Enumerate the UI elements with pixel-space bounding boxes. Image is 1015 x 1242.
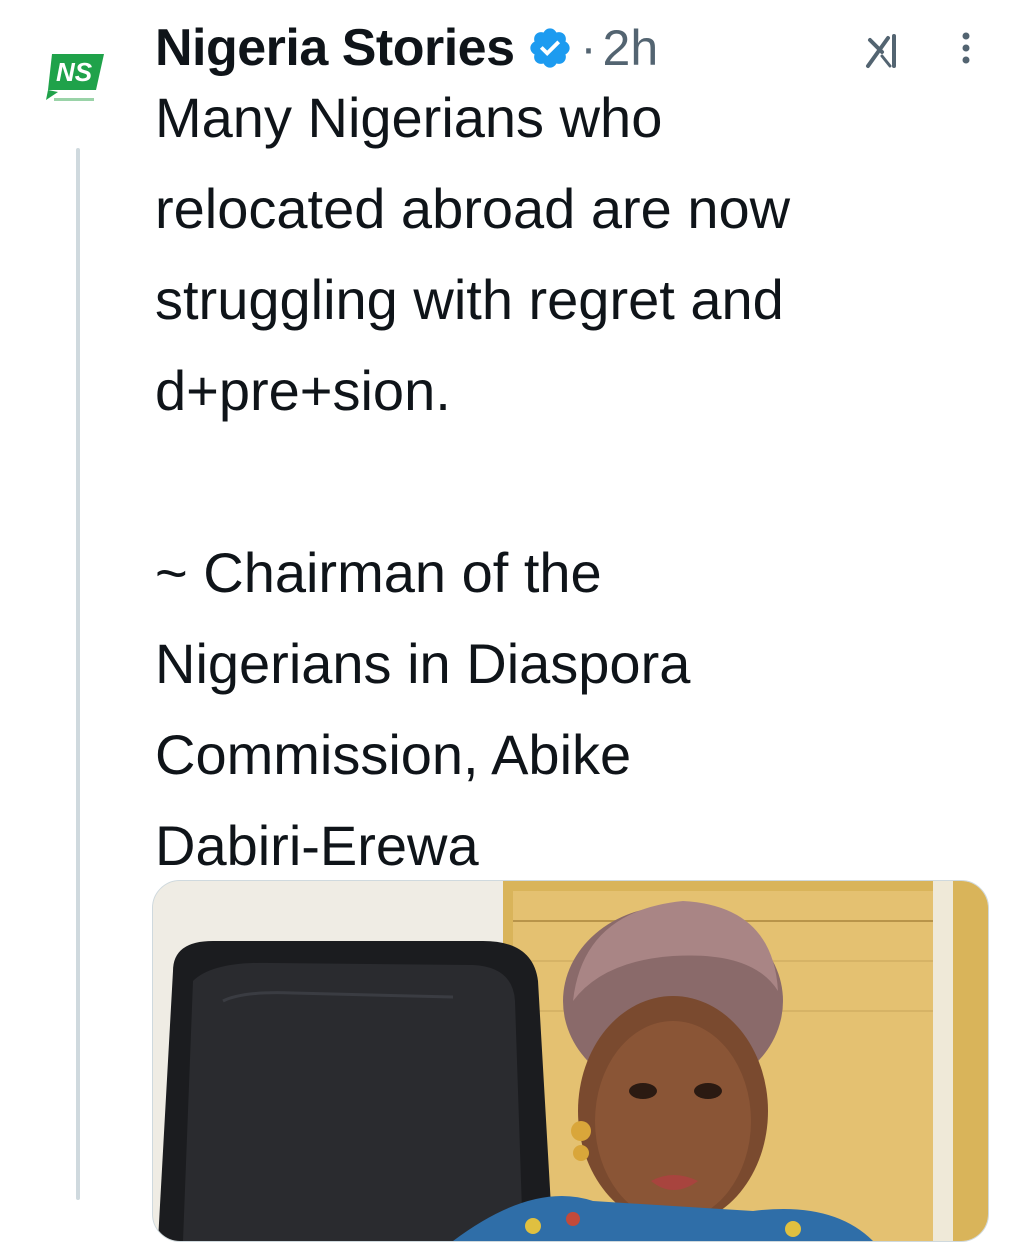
tweet-timestamp[interactable]: 2h <box>603 19 659 77</box>
tweet-text: Many Nigerians who relocated abroad are … <box>155 86 791 877</box>
photo-illustration <box>153 881 988 1241</box>
author-avatar[interactable]: NS <box>44 50 110 108</box>
avatar-logo-text: NS <box>56 57 93 87</box>
thread-connector-line <box>76 148 80 1200</box>
grok-icon[interactable] <box>860 26 908 74</box>
header-separator: · <box>580 21 597 75</box>
author-name[interactable]: Nigeria Stories <box>155 18 515 78</box>
more-options-icon[interactable] <box>946 28 986 68</box>
verified-badge-icon <box>527 25 573 71</box>
ns-logo: NS <box>46 54 104 101</box>
tweet-media-photo[interactable] <box>152 880 989 1242</box>
